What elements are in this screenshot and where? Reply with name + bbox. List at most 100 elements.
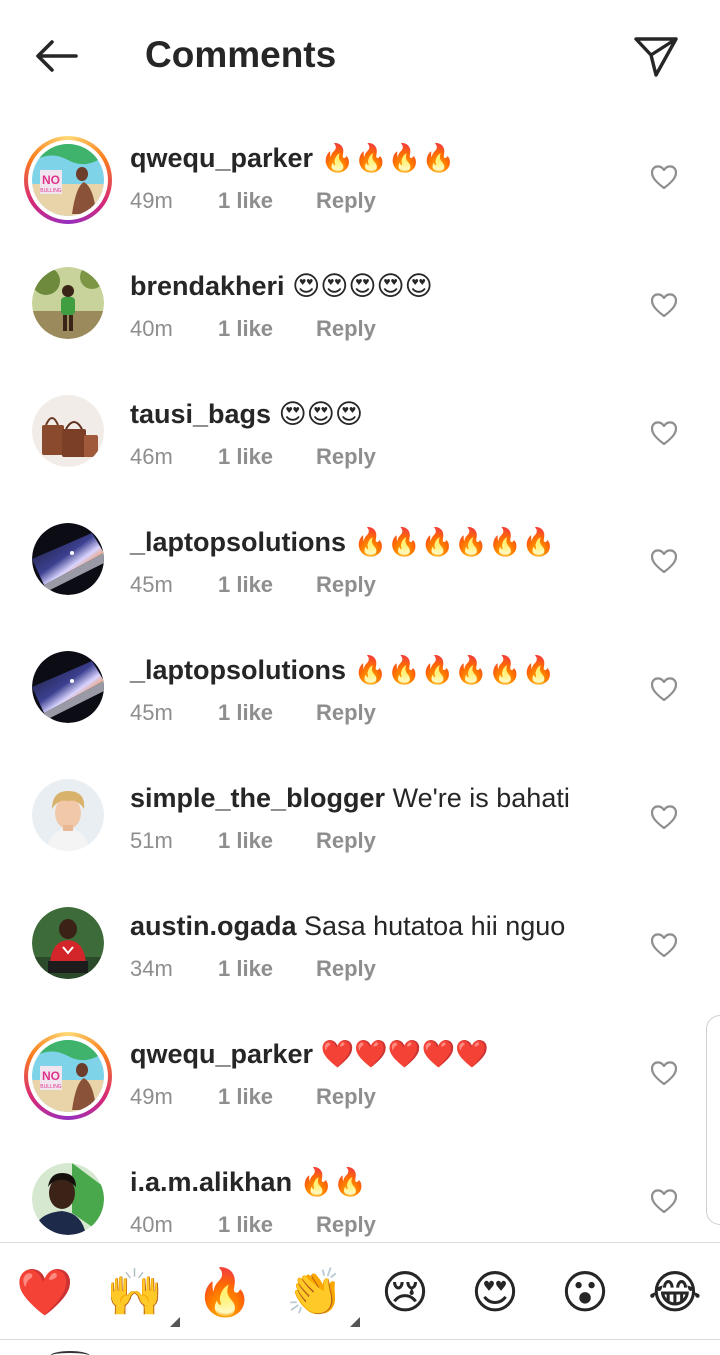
comment-username[interactable]: i.a.m.alikhan <box>130 1167 292 1197</box>
like-heart-icon[interactable] <box>650 164 678 190</box>
comment-username[interactable]: tausi_bags <box>130 399 271 429</box>
avatar[interactable] <box>32 907 104 979</box>
comment-row[interactable]: i.a.m.alikhan 🔥🔥 40m 1 like Reply <box>0 1136 720 1242</box>
emoji-open-mouth-button[interactable]: 😮 <box>556 1263 614 1321</box>
comment-meta: 45m 1 like Reply <box>130 572 376 598</box>
like-heart-icon[interactable] <box>650 420 678 446</box>
scroll-handle[interactable] <box>706 1015 720 1225</box>
avatar[interactable] <box>32 523 104 595</box>
comment-body: tausi_bags 😍😍😍 <box>130 398 363 430</box>
comment-username[interactable]: simple_the_blogger <box>130 783 385 813</box>
emoji-fire-button[interactable]: 🔥 <box>196 1263 254 1321</box>
share-button[interactable] <box>628 30 684 82</box>
like-heart-icon[interactable] <box>650 932 678 958</box>
comment-username[interactable]: _laptopsolutions <box>130 527 346 557</box>
emoji-heart-eyes-button[interactable]: 😍 <box>466 1263 524 1321</box>
like-heart-icon[interactable] <box>650 548 678 574</box>
comment-meta: 40m 1 like Reply <box>130 316 376 342</box>
comment-time: 40m <box>130 1212 173 1237</box>
emoji-clapping-hands-button[interactable]: 👏 <box>286 1263 344 1321</box>
comment-body: brendakheri 😍😍😍😍😍 <box>130 270 433 302</box>
comment-row[interactable]: NO BULLING qwequ_parker ❤️❤️❤️❤️❤️ 49m 1 lik… <box>0 1008 720 1136</box>
back-button[interactable] <box>28 32 84 80</box>
top-bar: Comments <box>0 0 720 112</box>
comment-time: 46m <box>130 444 173 469</box>
comment-likes[interactable]: 1 like <box>218 828 316 854</box>
comment-row[interactable]: austin.ogada Sasa hutatoa hii nguo 34m 1 l… <box>0 880 720 1008</box>
comment-likes[interactable]: 1 like <box>218 700 316 726</box>
comment-time: 45m <box>130 572 173 597</box>
comment-row[interactable]: _laptopsolutions 🔥🔥🔥🔥🔥🔥 45m 1 like Reply <box>0 496 720 624</box>
comment-text: Sasa hutatoa hii nguo <box>304 911 566 941</box>
like-heart-icon[interactable] <box>650 292 678 318</box>
comment-likes[interactable]: 1 like <box>218 444 316 470</box>
avatar[interactable] <box>32 779 104 851</box>
avatar[interactable]: NO BULLING <box>24 1032 112 1120</box>
open-mouth-icon: 😮 <box>561 1266 609 1318</box>
emoji-raising-hands-button[interactable]: 🙌 <box>106 1263 164 1321</box>
comment-text: 😍😍😍 <box>278 399 364 429</box>
comment-meta: 45m 1 like Reply <box>130 700 376 726</box>
comment-row[interactable]: simple_the_blogger We're is bahati 51m 1 l… <box>0 752 720 880</box>
crying-face-icon: 😢 <box>381 1266 429 1318</box>
like-heart-icon[interactable] <box>650 1060 678 1086</box>
avatar[interactable]: NO BULLING <box>24 136 112 224</box>
comment-username[interactable]: _laptopsolutions <box>130 655 346 685</box>
reply-button[interactable]: Reply <box>316 572 376 598</box>
like-heart-icon[interactable] <box>650 804 678 830</box>
comment-likes[interactable]: 1 like <box>218 1084 316 1110</box>
comment-body: austin.ogada Sasa hutatoa hii nguo <box>130 910 565 942</box>
comment-text: ❤️❤️❤️❤️❤️ <box>320 1039 489 1069</box>
avatar[interactable] <box>32 651 104 723</box>
comment-username[interactable]: qwequ_parker <box>130 1039 313 1069</box>
emoji-tears-of-joy-button[interactable]: 😂 <box>646 1263 704 1321</box>
emoji-crying-face-button[interactable]: 😢 <box>376 1263 434 1321</box>
comment-row[interactable]: _laptopsolutions 🔥🔥🔥🔥🔥🔥 45m 1 like Reply <box>0 624 720 752</box>
comment-username[interactable]: brendakheri <box>130 271 285 301</box>
comment-row[interactable]: tausi_bags 😍😍😍 46m 1 like Reply <box>0 368 720 496</box>
comment-body: qwequ_parker 🔥🔥🔥🔥 <box>130 142 455 174</box>
paper-plane-icon <box>634 37 678 77</box>
emoji-red-heart-button[interactable]: ❤️ <box>16 1263 74 1321</box>
like-heart-icon[interactable] <box>650 676 678 702</box>
svg-text:BULLING: BULLING <box>40 188 62 194</box>
comment-likes[interactable]: 1 like <box>218 572 316 598</box>
reply-button[interactable]: Reply <box>316 1212 376 1238</box>
svg-text:NO: NO <box>42 173 60 187</box>
comment-username[interactable]: austin.ogada <box>130 911 297 941</box>
svg-text:NO: NO <box>42 1069 60 1083</box>
comment-body: _laptopsolutions 🔥🔥🔥🔥🔥🔥 <box>130 526 555 558</box>
reply-button[interactable]: Reply <box>316 1084 376 1110</box>
reply-button[interactable]: Reply <box>316 188 376 214</box>
comment-likes[interactable]: 1 like <box>218 1212 316 1238</box>
raising-hands-icon: 🙌 <box>106 1266 164 1318</box>
reply-button[interactable]: Reply <box>316 956 376 982</box>
red-heart-icon: ❤️ <box>16 1266 74 1318</box>
comment-text: 🔥🔥🔥🔥 <box>320 143 456 173</box>
svg-text:BULLING: BULLING <box>40 1084 62 1090</box>
comment-likes[interactable]: 1 like <box>218 316 316 342</box>
comment-row[interactable]: brendakheri 😍😍😍😍😍 40m 1 like Reply <box>0 240 720 368</box>
comment-likes[interactable]: 1 like <box>218 956 316 982</box>
comment-input-edge <box>50 1351 90 1355</box>
avatar[interactable] <box>32 395 104 467</box>
comment-meta: 51m 1 like Reply <box>130 828 376 854</box>
comment-username[interactable]: qwequ_parker <box>130 143 313 173</box>
avatar[interactable] <box>32 267 104 339</box>
comment-row[interactable]: NO BULLING qwequ_parker 🔥🔥🔥🔥 49m 1 like Reply <box>0 112 720 240</box>
avatar[interactable] <box>32 1163 104 1235</box>
comment-likes[interactable]: 1 like <box>218 188 316 214</box>
reply-button[interactable]: Reply <box>316 700 376 726</box>
heart-eyes-icon: 😍 <box>471 1266 519 1318</box>
arrow-left-icon <box>36 40 78 72</box>
comments-list: NO BULLING qwequ_parker 🔥🔥🔥🔥 49m 1 like Reply… <box>0 112 720 1242</box>
comment-time: 34m <box>130 956 173 981</box>
like-heart-icon[interactable] <box>650 1188 678 1214</box>
reply-button[interactable]: Reply <box>316 828 376 854</box>
comment-body: i.a.m.alikhan 🔥🔥 <box>130 1166 367 1198</box>
reply-button[interactable]: Reply <box>316 316 376 342</box>
comment-meta: 34m 1 like Reply <box>130 956 376 982</box>
comment-body: _laptopsolutions 🔥🔥🔥🔥🔥🔥 <box>130 654 555 686</box>
reply-button[interactable]: Reply <box>316 444 376 470</box>
comment-text: We're is bahati <box>392 783 570 813</box>
